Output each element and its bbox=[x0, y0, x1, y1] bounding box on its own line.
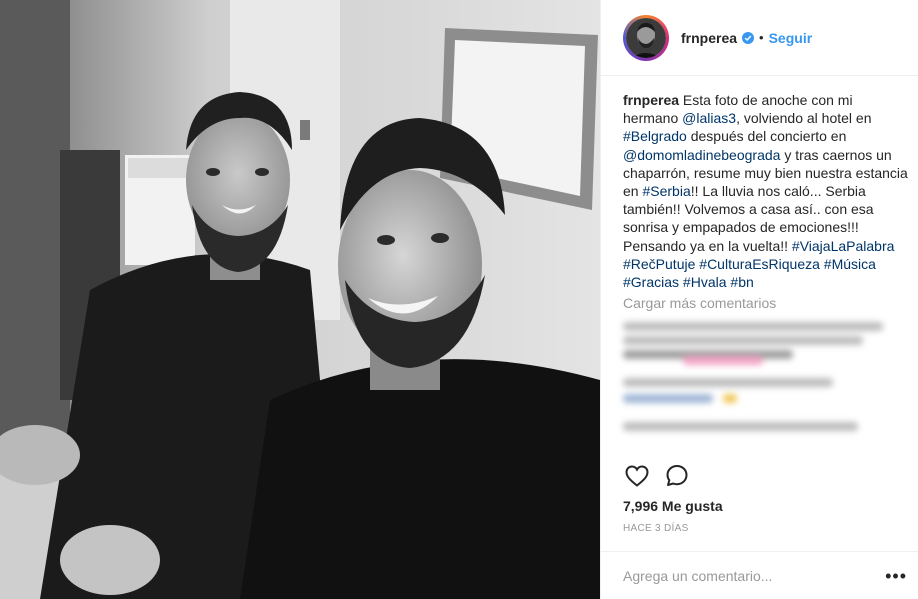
avatar-image bbox=[626, 17, 666, 58]
caption-text-3: después del concierto en bbox=[686, 128, 847, 145]
comment-form: ••• bbox=[601, 551, 918, 599]
follow-button[interactable]: Seguir bbox=[769, 30, 813, 46]
hashtag-link[interactable]: #ViajaLaPalabra bbox=[792, 238, 895, 254]
mention-link[interactable]: @domomladinebeograda bbox=[623, 147, 780, 163]
comment-bubble-icon bbox=[666, 465, 688, 486]
post-actions bbox=[623, 462, 703, 490]
hashtag-link[interactable]: #bn bbox=[730, 274, 753, 290]
hashtag-link[interactable]: #Serbia bbox=[642, 183, 690, 199]
comment-input[interactable] bbox=[623, 567, 843, 584]
blurred-comments bbox=[623, 318, 911, 448]
more-options-button[interactable]: ••• bbox=[885, 566, 907, 587]
hashtag-link[interactable]: #Música bbox=[824, 256, 876, 272]
instagram-post: frnperea • Seguir frnperea Esta foto de … bbox=[0, 0, 918, 599]
hashtag-link[interactable]: #Gracias bbox=[623, 274, 679, 290]
hashtag-link[interactable]: #Belgrado bbox=[623, 128, 687, 144]
verified-badge-icon bbox=[742, 31, 755, 44]
caption-text-2: , volviendo al hotel en bbox=[736, 110, 872, 127]
post-side-panel: frnperea • Seguir frnperea Esta foto de … bbox=[600, 0, 918, 599]
likes-count[interactable]: 7,996 Me gusta bbox=[623, 498, 723, 514]
comment-button[interactable] bbox=[663, 462, 691, 490]
post-caption: frnperea Esta foto de anoche con mi herm… bbox=[623, 91, 911, 291]
hashtag-link[interactable]: #Hvala bbox=[683, 274, 727, 290]
caption-username[interactable]: frnperea bbox=[623, 92, 679, 108]
mention-link[interactable]: @lalias3 bbox=[682, 110, 736, 126]
heart-icon bbox=[625, 465, 649, 487]
hashtag-link[interactable]: #RečPutuje bbox=[623, 256, 695, 272]
header-separator: • bbox=[759, 30, 764, 45]
post-header: frnperea • Seguir bbox=[601, 0, 918, 76]
avatar[interactable] bbox=[623, 14, 669, 61]
post-timestamp[interactable]: HACE 3 DÍAS bbox=[623, 523, 689, 534]
selfie-photo-image bbox=[0, 0, 600, 599]
header-username[interactable]: frnperea bbox=[681, 30, 737, 46]
post-photo[interactable] bbox=[0, 0, 600, 599]
load-more-comments-link[interactable]: Cargar más comentarios bbox=[623, 295, 776, 311]
like-button[interactable] bbox=[623, 462, 651, 490]
hashtag-link[interactable]: #CulturaEsRiqueza bbox=[699, 256, 820, 272]
